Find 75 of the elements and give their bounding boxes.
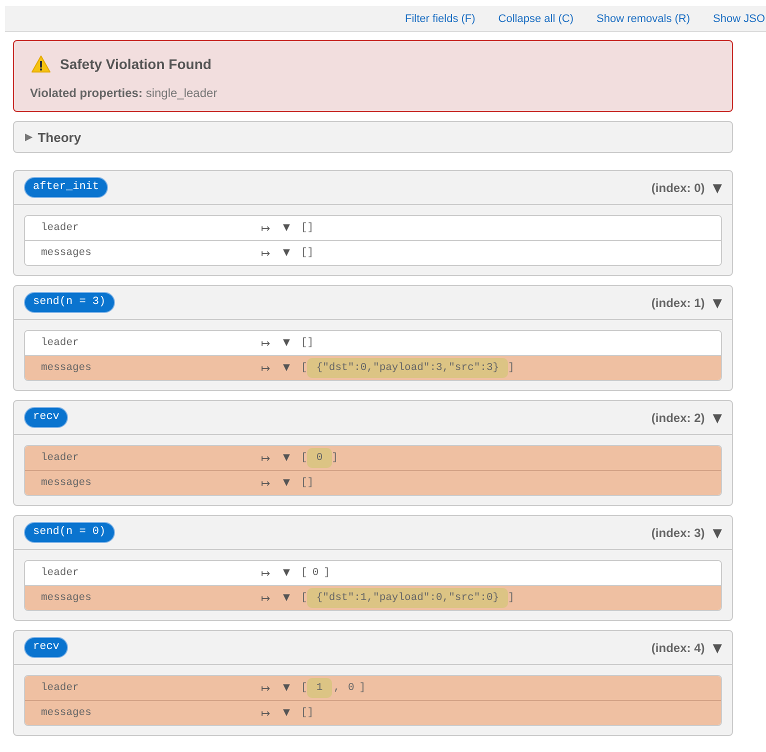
field-name: messages [41,362,92,374]
toolbar-link[interactable]: Show removals (R) [596,12,690,24]
collapse-toggle[interactable]: ▼ [712,410,722,424]
bracket: ] [508,592,514,604]
violated-properties-text: Violated properties: single_leader [30,85,218,101]
field-name: leader [41,337,80,349]
maps-to-symbol: ↦ [261,566,272,580]
separator: , [332,682,341,694]
index-label: (index: 4) [651,640,705,654]
action-badge: after_init [24,177,108,198]
highlighted-value: 0 [307,448,332,468]
action-badge: recv [24,407,68,428]
field-value: [] [301,222,314,234]
toolbar-link[interactable]: Filter fields (F) [405,12,476,24]
maps-to-symbol: ↦ [261,222,272,234]
collapse-toggle[interactable]: ▼ [712,640,722,654]
bracket: ] [332,452,338,464]
field-toggle[interactable]: ▼ [283,708,301,718]
collapse-toggle[interactable]: ▼ [712,296,722,310]
field-value: [] [301,477,314,489]
field-name: messages [41,592,92,604]
field-toggle[interactable]: ▼ [283,223,301,233]
field-toggle[interactable]: ▼ [283,568,301,578]
field-value: [] [301,337,314,349]
collapse-toggle[interactable]: ▼ [712,180,722,194]
index-label: (index: 1) [651,296,705,310]
maps-to-symbol: ↦ [261,246,272,260]
field-name: messages [41,707,92,719]
field-name: messages [41,477,92,489]
field-toggle[interactable]: ▼ [283,363,301,373]
field-value: [] [301,707,314,719]
bracket: [ [301,452,308,464]
bracket: [ [301,567,308,579]
field-name: leader [41,222,80,234]
warning-icon [31,55,51,73]
bracket: ] [508,362,514,374]
field-toggle[interactable]: ▼ [283,683,301,693]
alert-title: Safety Violation Found [60,56,212,72]
field-name: leader [41,452,80,464]
bracket: ] [324,567,330,579]
field-toggle[interactable]: ▼ [283,338,301,348]
maps-to-symbol: ↦ [261,592,272,604]
collapse-toggle[interactable]: ▼ [712,526,722,540]
action-badge: send(n = 0) [24,522,115,543]
bracket: [ [301,592,308,604]
field-name: leader [41,682,80,694]
highlighted-value: 1 [307,678,332,698]
action-badge: send(n = 3) [24,292,115,313]
index-label: (index: 2) [651,410,705,424]
maps-to-symbol: ↦ [261,682,272,694]
maps-to-symbol: ↦ [261,336,272,350]
field-name: leader [41,567,80,579]
highlighted-value: {"dst":1,"payload":0,"src":0} [307,588,508,608]
highlighted-value: {"dst":0,"payload":3,"src":3} [307,358,508,378]
bracket: [ [301,362,308,374]
field-value: [] [301,247,314,259]
bracket: [ [301,682,308,694]
value-item: 0 [311,567,320,579]
bracket: ] [359,682,366,694]
index-label: (index: 0) [651,180,705,194]
field-toggle[interactable]: ▼ [283,453,301,463]
maps-to-symbol: ↦ [261,452,272,464]
toolbar-link[interactable]: Show JSO [713,12,765,24]
field-toggle[interactable]: ▼ [283,478,301,488]
toolbar-link[interactable]: Collapse all (C) [498,12,574,24]
maps-to-symbol: ↦ [261,362,272,374]
action-badge: recv [24,637,68,658]
value-item: 0 [346,682,356,694]
theory-toggle[interactable]: ▶ Theory [13,121,733,153]
index-label: (index: 3) [651,526,705,540]
field-toggle[interactable]: ▼ [283,248,301,258]
field-name: messages [41,247,92,259]
field-toggle[interactable]: ▼ [283,593,301,603]
maps-to-symbol: ↦ [261,476,272,490]
maps-to-symbol: ↦ [261,706,272,720]
